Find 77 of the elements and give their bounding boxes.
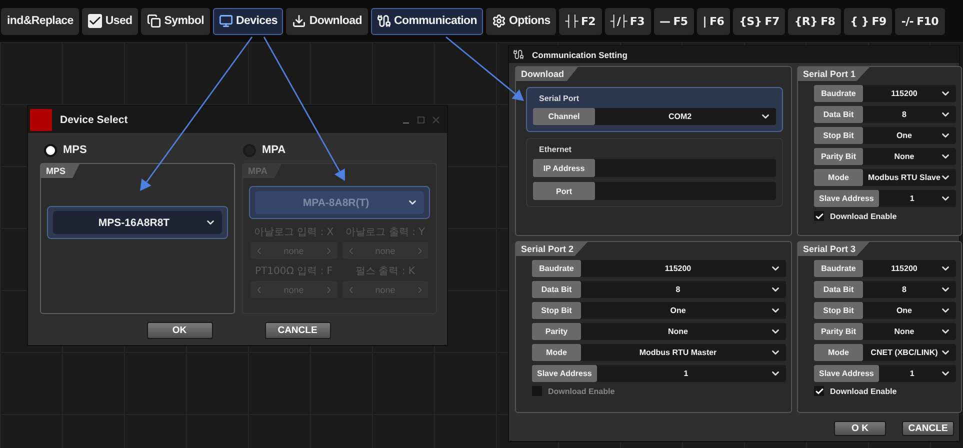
radio-button[interactable]: MPS bbox=[44, 144, 87, 156]
setting-dropdown[interactable]: Stop Bit One bbox=[814, 302, 956, 319]
cable-icon bbox=[513, 49, 524, 60]
cable-icon bbox=[376, 14, 391, 28]
window-title: Communication Setting bbox=[532, 50, 628, 60]
toolbar-button[interactable]: Used bbox=[82, 8, 138, 34]
check-icon bbox=[814, 212, 824, 220]
setting-dropdown[interactable]: Parity Bit None bbox=[814, 148, 956, 165]
key-label: F2 bbox=[580, 14, 596, 28]
toolbar-button[interactable]: Download bbox=[286, 8, 368, 34]
setting-dropdown[interactable]: Parity None bbox=[532, 323, 786, 340]
dialog-button[interactable]: CANCLE bbox=[902, 421, 954, 436]
checkbox-label: Download Enable bbox=[830, 212, 897, 220]
setting-dropdown[interactable]: Data Bit 8 bbox=[814, 281, 956, 298]
toolbar-button[interactable]: Options bbox=[486, 8, 556, 34]
setting-dropdown[interactable]: Slave Address 1 bbox=[814, 190, 956, 207]
ladder-symbol: | bbox=[702, 14, 706, 28]
toolbar-button[interactable]: Symbol bbox=[141, 8, 210, 34]
key-label: F7 bbox=[764, 14, 780, 28]
ladder-symbol: ┤/├ bbox=[610, 14, 627, 28]
model-dropdown[interactable]: MPS-16A8R8T bbox=[53, 211, 222, 234]
checkbox[interactable] bbox=[814, 386, 824, 396]
toolbar-button[interactable]: — F5 bbox=[654, 8, 694, 34]
setting-dropdown[interactable]: Slave Address 1 bbox=[814, 365, 956, 382]
ladder-symbol: {S} bbox=[739, 14, 762, 28]
key-label: F9 bbox=[872, 14, 886, 28]
setting-dropdown[interactable]: Mode Modbus RTU Slave bbox=[814, 169, 956, 186]
key-label: F10 bbox=[916, 14, 938, 28]
dialog-button[interactable]: CANCLE bbox=[264, 322, 330, 339]
ladder-symbol: — bbox=[660, 14, 670, 28]
toolbar-button[interactable]: | F6 bbox=[696, 8, 730, 34]
checkbox-label: Download Enable bbox=[548, 386, 615, 396]
settings-icon bbox=[492, 14, 506, 28]
setting-dropdown[interactable]: Baudrate 115200 bbox=[532, 260, 786, 277]
setting-dropdown[interactable]: Baudrate 115200 bbox=[814, 260, 956, 277]
check-icon bbox=[814, 386, 824, 396]
key-label: F6 bbox=[710, 14, 724, 28]
setting-dropdown[interactable]: Stop Bit One bbox=[532, 302, 786, 319]
download-icon bbox=[292, 14, 306, 28]
dialog-button[interactable]: O K bbox=[834, 421, 886, 436]
checkbox-label: Download Enable bbox=[830, 386, 897, 396]
setting-dropdown[interactable]: Baudrate 115200 bbox=[814, 85, 956, 102]
setting-dropdown[interactable]: Data Bit 8 bbox=[532, 281, 786, 298]
toolbar-button[interactable]: {R} F8 bbox=[788, 8, 842, 34]
checkbox[interactable] bbox=[814, 211, 824, 221]
setting-dropdown[interactable]: Mode CNET (XBC/LINK) bbox=[814, 344, 956, 361]
setting-dropdown[interactable]: Data Bit 8 bbox=[814, 106, 956, 123]
toolbar-button[interactable]: {S} F7 bbox=[733, 8, 786, 34]
key-label: F8 bbox=[820, 14, 836, 28]
toolbar-button[interactable]: Communication bbox=[370, 8, 483, 34]
toolbar-button[interactable]: ┤/├ F3 bbox=[604, 8, 650, 34]
monitor-icon bbox=[219, 14, 234, 28]
group-title: Serial Port bbox=[538, 94, 580, 103]
setting-dropdown[interactable]: Stop Bit One bbox=[814, 127, 956, 144]
input-field[interactable]: IP Address bbox=[533, 159, 776, 177]
toolbar-button[interactable]: -/- F10 bbox=[895, 8, 944, 34]
radio-button[interactable]: MPA bbox=[243, 144, 286, 156]
key-label: F5 bbox=[673, 14, 688, 28]
ladder-symbol: { } bbox=[850, 14, 869, 28]
checkbox-icon bbox=[88, 14, 102, 28]
channel-dropdown[interactable]: Channel COM2 bbox=[533, 108, 776, 125]
setting-dropdown[interactable]: Parity Bit None bbox=[814, 323, 956, 340]
app-icon bbox=[30, 108, 52, 130]
setting-dropdown[interactable]: Slave Address 1 bbox=[532, 365, 786, 382]
toolbar-button[interactable]: ┤├ F2 bbox=[559, 8, 602, 34]
ladder-symbol: -/- bbox=[901, 14, 914, 28]
ladder-symbol: {R} bbox=[794, 14, 818, 28]
group-title: Ethernet bbox=[538, 145, 572, 154]
toolbar-button[interactable]: { } F9 bbox=[844, 8, 892, 34]
dialog-button[interactable]: OK bbox=[146, 322, 212, 339]
input-field[interactable]: Port bbox=[533, 182, 776, 200]
ladder-symbol: ┤├ bbox=[565, 14, 578, 28]
toolbar-button[interactable]: Devices bbox=[213, 8, 284, 34]
key-label: F3 bbox=[630, 14, 644, 28]
setting-dropdown[interactable]: Mode Modbus RTU Master bbox=[532, 344, 786, 361]
window-title: Device Select bbox=[60, 114, 129, 126]
toolbar-button[interactable]: ind&Replace bbox=[1, 8, 80, 34]
